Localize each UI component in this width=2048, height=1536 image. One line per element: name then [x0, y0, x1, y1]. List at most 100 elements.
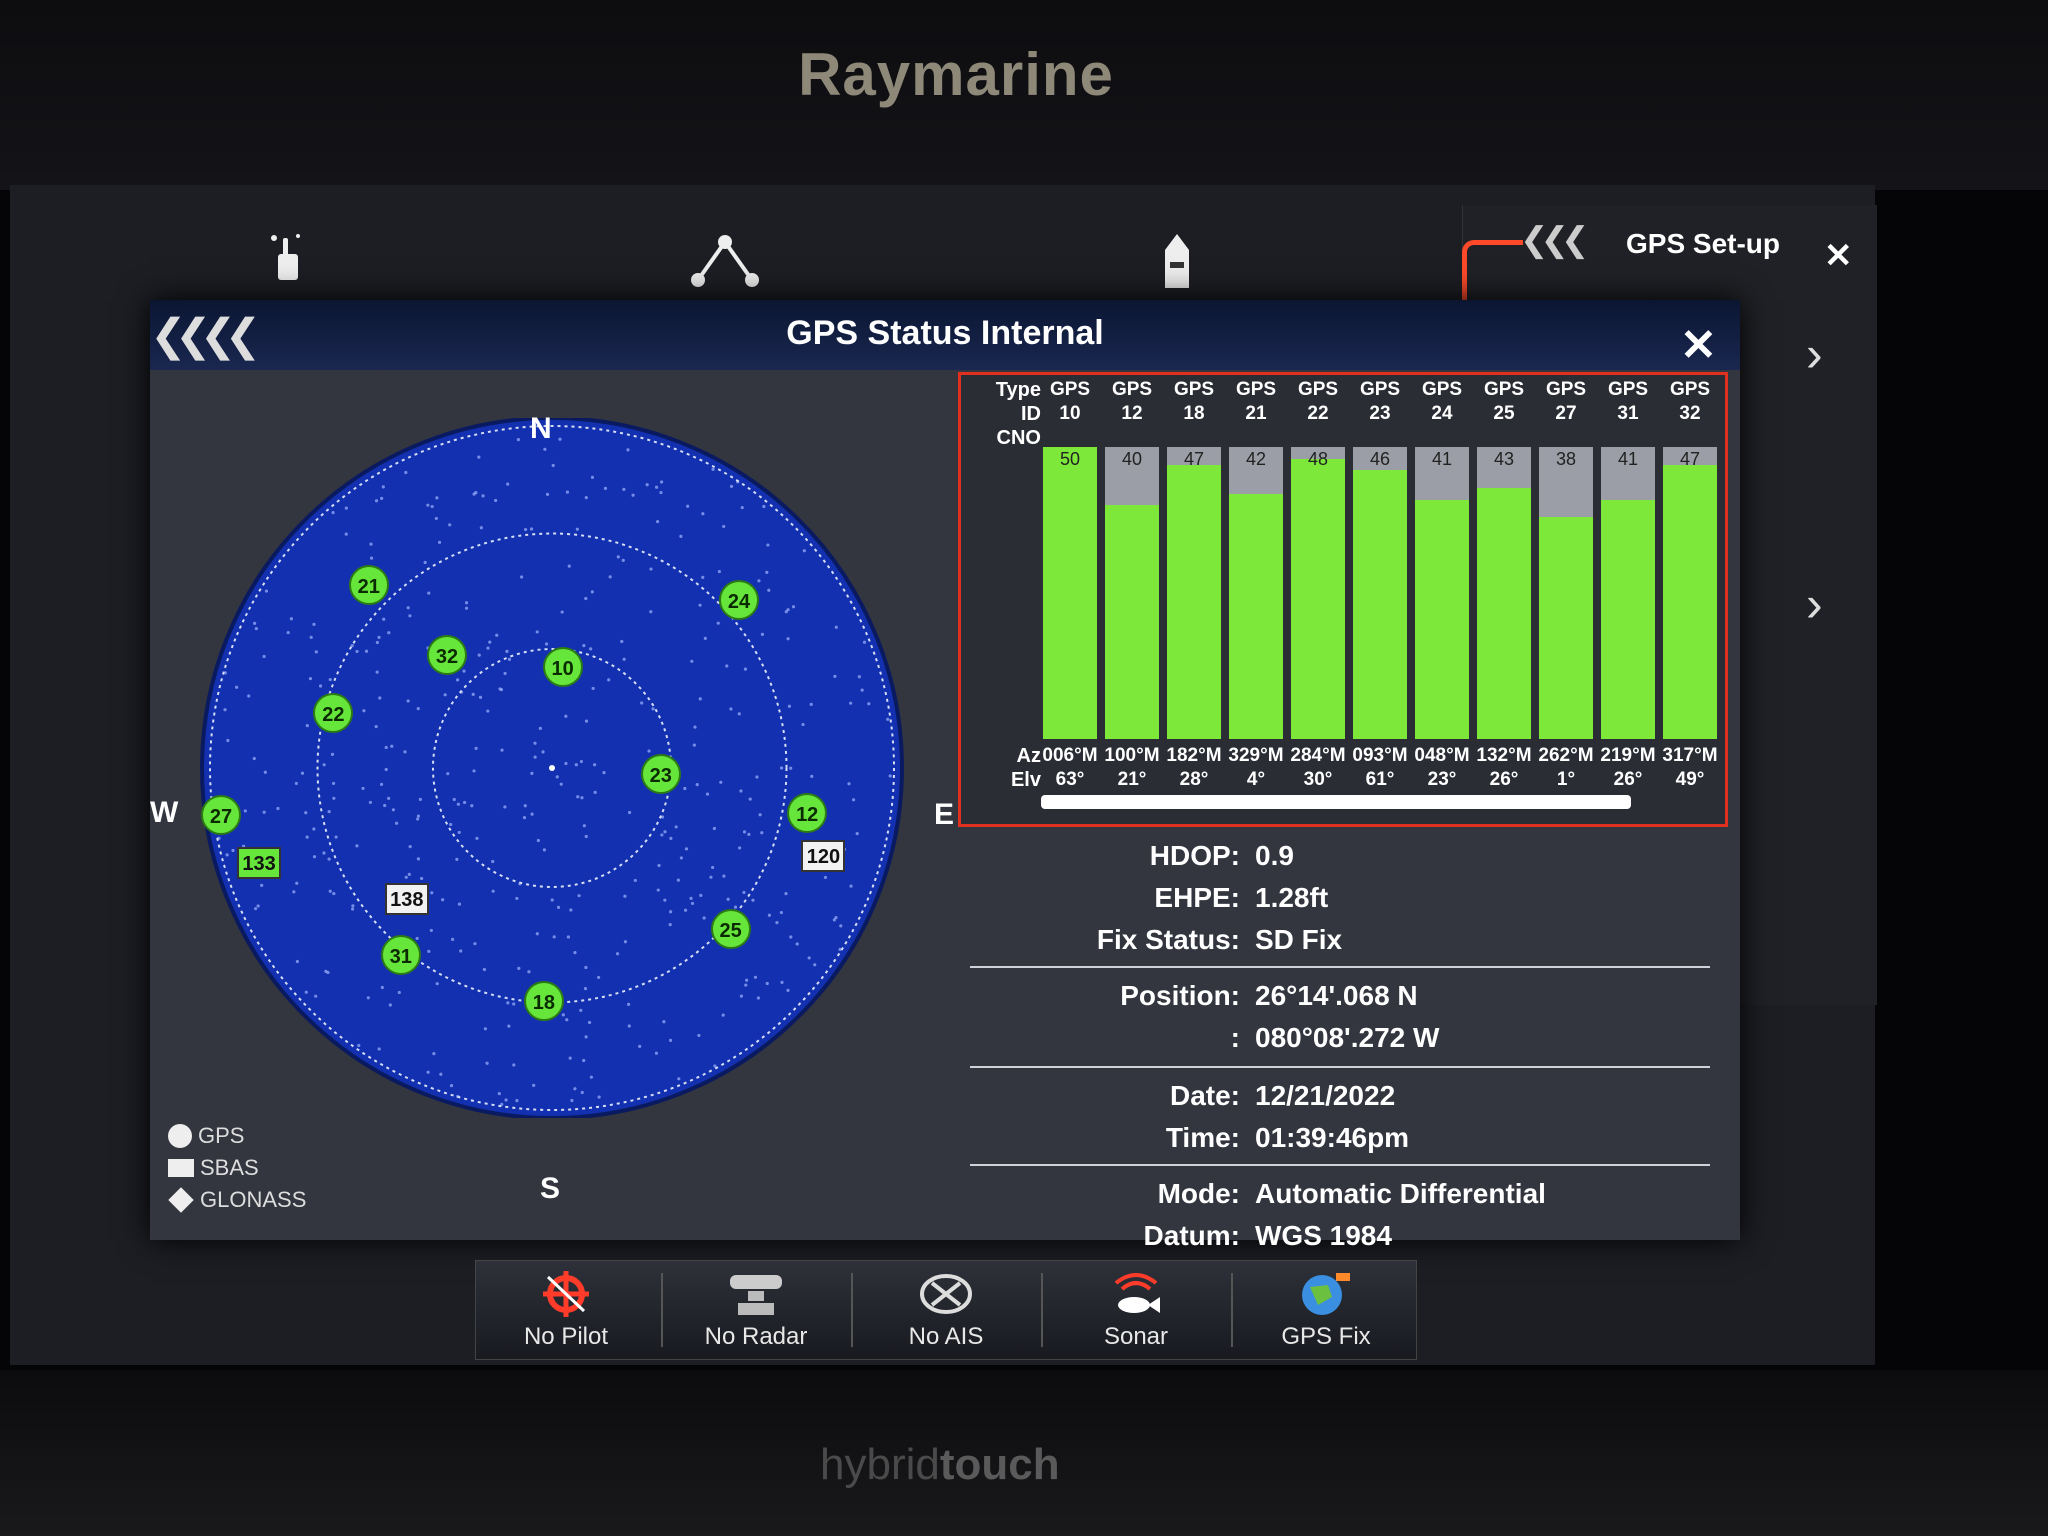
sky-dot — [545, 492, 550, 496]
signal-column[interactable]: GPS 10 50 006°M 63° — [1041, 375, 1099, 815]
setup-close-icon[interactable]: ✕ — [1824, 236, 1853, 276]
gps-satellite-marker[interactable]: 24 — [718, 579, 759, 620]
satellite-type: GPS — [1483, 379, 1525, 400]
sky-dot — [677, 1077, 681, 1081]
ais-status-button[interactable]: No AIS — [856, 1261, 1036, 1359]
sky-dot — [758, 813, 762, 817]
sky-dot — [479, 526, 483, 530]
sbas-satellite-marker[interactable]: 133 — [237, 847, 282, 880]
sky-dot — [383, 803, 387, 808]
cno-value: 38 — [1555, 449, 1577, 469]
gps-satellite-marker[interactable]: 21 — [348, 564, 389, 605]
sky-dot — [305, 724, 309, 728]
elevation-value: 63° — [1055, 769, 1085, 790]
signal-column[interactable]: GPS 24 41 048°M 23° — [1413, 375, 1471, 815]
signal-bar — [1539, 517, 1593, 739]
sky-dot — [701, 512, 705, 516]
sky-dot — [711, 467, 715, 471]
vessel-icon[interactable] — [1162, 232, 1192, 303]
sky-dot — [780, 980, 784, 984]
signal-column[interactable]: GPS 18 47 182°M 28° — [1165, 375, 1223, 815]
sky-dot — [683, 786, 687, 791]
cno-value: 43 — [1493, 449, 1515, 469]
elevation-value: 4° — [1246, 769, 1266, 790]
signal-bar — [1477, 487, 1531, 739]
sky-dot — [620, 639, 624, 644]
signal-column[interactable]: GPS 22 48 284°M 30° — [1289, 375, 1347, 815]
sky-dot — [304, 811, 308, 815]
sky-dot — [366, 996, 370, 1000]
sky-dot — [589, 1075, 594, 1079]
gps-satellite-marker[interactable]: 18 — [523, 980, 564, 1021]
setup-back-icon[interactable]: ❮❮❮ — [1520, 220, 1590, 260]
radar-status-button[interactable]: No Radar — [666, 1261, 846, 1359]
signal-strength-table[interactable]: Type ID CNO Az Elv GPS 10 50 006°M 63° GPS 12 4… — [958, 372, 1728, 827]
gps-satellite-marker[interactable]: 27 — [201, 794, 241, 835]
sky-dot — [408, 845, 412, 849]
sky-dot — [415, 936, 419, 941]
sky-dot — [462, 669, 466, 673]
sky-dot — [481, 494, 485, 498]
sky-dot — [766, 543, 770, 547]
azimuth-value: 317°M — [1662, 745, 1718, 766]
chevron-right-icon[interactable]: › — [1806, 325, 1823, 383]
signal-column[interactable]: GPS 25 43 132°M 26° — [1475, 375, 1533, 815]
touch-lock-icon[interactable] — [268, 232, 308, 297]
sbas-satellite-marker[interactable]: 120 — [801, 840, 846, 873]
sky-dot — [387, 796, 391, 801]
gps-satellite-marker[interactable]: 12 — [787, 792, 828, 833]
sky-dot — [475, 836, 479, 840]
sky-dot — [716, 621, 720, 625]
waypoint-route-icon[interactable] — [690, 232, 760, 299]
azimuth-value: 219°M — [1600, 745, 1656, 766]
signal-column[interactable]: GPS 12 40 100°M 21° — [1103, 375, 1161, 815]
signal-column[interactable]: SB12 0 108 14 — [1723, 375, 1725, 815]
close-icon[interactable]: ✕ — [1680, 320, 1717, 371]
sky-dot — [765, 981, 769, 986]
gps-fix-status-button[interactable]: GPS Fix — [1236, 1261, 1416, 1359]
sky-dot — [516, 438, 520, 442]
sky-dot — [292, 890, 296, 894]
sky-dot — [654, 485, 659, 489]
signal-bar-track: 43 — [1477, 447, 1531, 739]
sky-dot — [332, 796, 336, 800]
sky-dot — [693, 725, 697, 729]
sky-dot — [739, 789, 743, 793]
sbas-satellite-marker[interactable]: 138 — [384, 882, 429, 915]
dialog-title: GPS Status Internal — [786, 314, 1104, 352]
sky-dot — [535, 630, 539, 634]
sonar-status-button[interactable]: Sonar — [1046, 1261, 1226, 1359]
gps-satellite-marker[interactable]: 10 — [542, 647, 583, 688]
gps-satellite-marker[interactable]: 25 — [710, 908, 751, 949]
sky-dot — [656, 888, 660, 892]
sky-dot — [374, 724, 378, 729]
pilot-status-button[interactable]: No Pilot — [476, 1261, 656, 1359]
signal-column[interactable]: GPS 23 46 093°M 61° — [1351, 375, 1409, 815]
chevron-right-icon[interactable]: › — [1806, 575, 1823, 633]
sky-dot — [312, 622, 316, 626]
satellite-id: 10 — [1059, 403, 1081, 424]
sky-dot — [582, 1058, 586, 1063]
satellite-type: GPS — [1669, 379, 1711, 400]
sbas-legend-icon — [168, 1159, 194, 1177]
sky-dot — [506, 482, 510, 486]
gps-satellite-marker[interactable]: 31 — [380, 934, 421, 975]
sky-dot — [608, 575, 612, 579]
sky-dot — [432, 1052, 436, 1056]
sky-dot — [623, 894, 627, 898]
sky-dot — [801, 722, 805, 727]
sky-dot — [580, 1090, 584, 1095]
sky-dot — [721, 1013, 725, 1017]
signal-column[interactable]: GPS 32 47 317°M 49° — [1661, 375, 1719, 815]
signal-column[interactable]: GPS 27 38 262°M 1° — [1537, 375, 1595, 815]
sky-dot — [596, 975, 601, 980]
sky-dot — [426, 503, 430, 507]
sky-dot — [564, 714, 568, 718]
sky-dot — [483, 1027, 487, 1031]
signal-column[interactable]: GPS 21 42 329°M 4° — [1227, 375, 1285, 815]
signal-column[interactable]: GPS 31 41 219°M 26° — [1599, 375, 1657, 815]
signal-bar-track: 50 — [1043, 447, 1097, 739]
sky-dot — [627, 810, 632, 815]
sky-dot — [357, 1043, 361, 1048]
gps-satellite-marker[interactable]: 23 — [640, 753, 681, 794]
